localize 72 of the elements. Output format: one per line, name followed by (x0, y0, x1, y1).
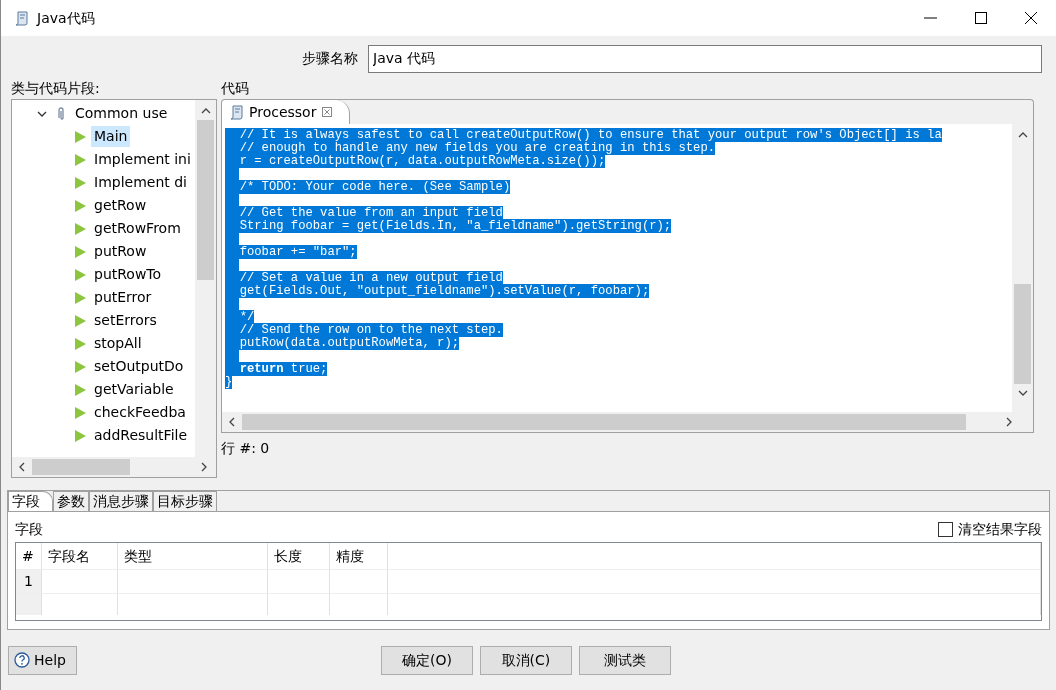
play-icon (74, 221, 86, 236)
play-icon (74, 244, 86, 259)
column-header[interactable]: 字段名 (42, 543, 118, 569)
tree-item[interactable]: putError (91, 287, 155, 308)
table-cell[interactable] (388, 593, 1041, 615)
tree-item[interactable]: getRow (91, 195, 150, 216)
panel-tab[interactable]: 消息步骤 (89, 491, 153, 511)
tree-item[interactable]: getRowFrom (91, 218, 184, 239)
scrollbar-thumb[interactable] (32, 459, 130, 475)
tree-item[interactable]: putRow (91, 241, 150, 262)
script-icon (228, 104, 244, 120)
scrollbar-thumb[interactable] (197, 120, 214, 280)
table-cell[interactable] (330, 593, 388, 615)
panel-tab[interactable]: 参数 (53, 491, 89, 511)
window-title: Java代码 (37, 8, 95, 28)
play-icon (74, 336, 86, 351)
dialog-button[interactable]: 取消(C) (479, 645, 572, 675)
table-cell[interactable] (330, 569, 388, 593)
help-button[interactable]: Help (8, 645, 77, 675)
row-status: 行 #: 0 (221, 439, 271, 458)
step-name-field[interactable]: Java 代码 (368, 44, 1042, 73)
close-icon[interactable] (321, 106, 334, 118)
play-icon (74, 267, 86, 282)
table-cell[interactable] (42, 593, 118, 615)
play-icon (74, 359, 86, 374)
play-icon (74, 382, 86, 397)
editor-tab[interactable]: Processor (222, 100, 351, 124)
table-cell[interactable] (268, 593, 330, 615)
script-icon (13, 10, 29, 26)
table-cell[interactable] (268, 569, 330, 593)
tree-item[interactable]: Implement di (91, 172, 190, 193)
play-icon (74, 152, 86, 167)
section-label: 字段 (15, 519, 43, 539)
section-label: 类与代码片段: (11, 79, 101, 98)
play-icon (74, 129, 86, 144)
scrollbar-thumb[interactable] (1014, 284, 1031, 384)
column-header[interactable]: 长度 (268, 543, 330, 569)
tree-item[interactable]: Main (91, 126, 131, 147)
play-icon (74, 290, 86, 305)
column-header[interactable]: 精度 (330, 543, 388, 569)
play-icon (74, 175, 86, 190)
row-header[interactable] (16, 593, 42, 615)
column-header[interactable]: 类型 (118, 543, 268, 569)
checkbox-label: 清空结果字段 (958, 519, 1042, 539)
field-label: 步骤名称 (302, 49, 358, 68)
section-label: 代码 (221, 79, 250, 98)
help-icon (14, 652, 30, 668)
play-icon (74, 313, 86, 328)
scrollbar-thumb[interactable] (242, 414, 966, 430)
tree-item[interactable]: getVariable (91, 379, 177, 400)
dialog-button[interactable]: 确定(O) (380, 645, 473, 675)
row-number: 1 (16, 569, 42, 593)
panel-tab[interactable]: 目标步骤 (153, 491, 217, 511)
play-icon (74, 198, 86, 213)
tree-item[interactable]: setOutputDo (91, 356, 187, 377)
tree-item[interactable]: stopAll (91, 333, 145, 354)
tree-item[interactable]: Common use (72, 103, 171, 124)
table-cell[interactable] (42, 569, 118, 593)
tree-item[interactable]: putRowTo (91, 264, 165, 285)
table-cell[interactable] (118, 569, 268, 593)
play-icon (74, 428, 86, 443)
paperclip-icon (56, 105, 66, 122)
checkbox[interactable] (938, 521, 953, 537)
tree-item[interactable]: setErrors (91, 310, 160, 331)
table-cell[interactable] (388, 569, 1041, 593)
tree-item[interactable]: addResultFile (91, 425, 191, 446)
panel-tab[interactable]: 字段 (8, 491, 53, 511)
dialog-button[interactable]: 测试类 (578, 645, 671, 675)
tree-item[interactable]: Implement ini (91, 149, 194, 170)
play-icon (74, 405, 86, 420)
tree-item[interactable]: checkFeedba (91, 402, 189, 423)
table-cell[interactable] (118, 593, 268, 615)
